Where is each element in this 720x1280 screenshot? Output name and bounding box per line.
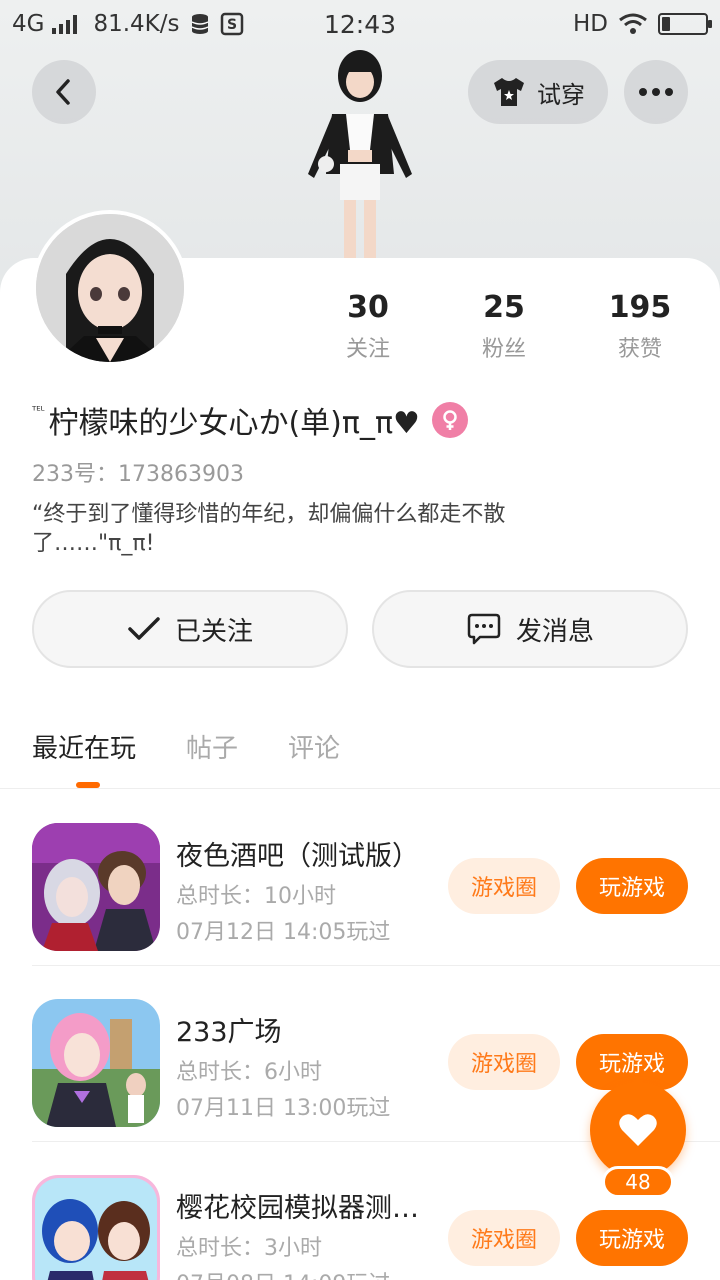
content-tabs: 最近在玩 帖子 评论	[32, 728, 340, 765]
heart-icon	[619, 1114, 657, 1146]
game-last-played: 07月08日 14:09玩过	[176, 1266, 390, 1280]
game-icon	[32, 999, 160, 1127]
play-game-button[interactable]: 玩游戏	[576, 858, 688, 914]
stat-label: 粉丝	[481, 337, 526, 362]
game-title: 樱花校园模拟器测…	[176, 1193, 419, 1224]
tab-comments[interactable]: 评论	[288, 728, 340, 765]
game-duration: 总时长：10小时	[176, 884, 336, 909]
game-row[interactable]: 夜色酒吧（测试版） 总时长：10小时 07月12日 14:05玩过 游戏圈 玩游…	[0, 790, 720, 966]
message-label: 发消息	[515, 616, 594, 647]
hd-indicator: HD	[572, 11, 608, 37]
tshirt-icon	[494, 78, 524, 106]
game-last-played: 07月12日 14:05玩过	[176, 920, 391, 945]
name-text: 柠檬味的少女心か(单)π_π♥	[48, 406, 420, 441]
stat-label: 获赞	[617, 337, 662, 362]
female-icon	[431, 402, 468, 438]
follow-label: 已关注	[174, 616, 253, 647]
wifi-icon	[619, 13, 647, 34]
tabs-divider	[0, 788, 720, 789]
game-last-played: 07月11日 13:00玩过	[176, 1096, 391, 1121]
chevron-left-icon	[56, 79, 70, 105]
try-on-button[interactable]: 试穿	[468, 60, 608, 124]
more-button[interactable]	[624, 60, 688, 124]
game-circle-button[interactable]: 游戏圈	[448, 1034, 560, 1090]
game-icon	[32, 823, 160, 951]
profile-stats: 30 关注 25 粉丝 195 获赞	[300, 290, 720, 363]
play-game-button[interactable]: 玩游戏	[576, 1210, 688, 1266]
stat-value: 30	[347, 290, 389, 325]
stat-following[interactable]: 30 关注	[300, 290, 436, 363]
stat-value: 195	[608, 290, 672, 325]
avatar[interactable]	[32, 210, 188, 366]
profile-name: ᵀᴱᴸ 柠檬味的少女心か(单)π_π♥	[32, 398, 468, 442]
stat-value: 25	[483, 290, 525, 325]
avatar-image	[36, 214, 184, 362]
avatar-3d-figure	[308, 50, 412, 258]
game-title: 夜色酒吧（测试版）	[176, 841, 419, 872]
game-icon	[32, 1175, 160, 1280]
like-button[interactable]	[590, 1082, 686, 1178]
user-bio: “终于到了懂得珍惜的年纪，却偏偏什么都走不散了……"π_π!	[32, 502, 506, 556]
like-count: 48	[602, 1166, 674, 1198]
stat-likes[interactable]: 195 获赞	[572, 290, 708, 363]
avatar-portrait	[36, 214, 184, 362]
chat-bubble-icon	[467, 613, 501, 645]
more-icon	[639, 88, 673, 96]
user-id: 233号：173863903	[32, 462, 244, 487]
stat-label: 关注	[345, 337, 390, 362]
check-icon	[128, 617, 160, 640]
try-on-label: 试穿	[537, 80, 585, 109]
name-prefix: ᵀᴱᴸ	[32, 403, 45, 417]
back-button[interactable]	[32, 60, 96, 124]
game-duration: 总时长：6小时	[176, 1060, 322, 1085]
message-button[interactable]: 发消息	[372, 590, 688, 668]
tab-recently-played[interactable]: 最近在玩	[32, 728, 136, 765]
status-bar: 4G 81.4K/s S 12:43 HD	[0, 0, 720, 50]
status-right: HD	[572, 11, 712, 37]
game-circle-button[interactable]: 游戏圈	[448, 858, 560, 914]
battery-icon	[658, 13, 712, 35]
follow-button[interactable]: 已关注	[32, 590, 348, 668]
game-duration: 总时长：3小时	[176, 1236, 322, 1261]
game-title: 233广场	[176, 1017, 282, 1048]
stat-followers[interactable]: 25 粉丝	[436, 290, 572, 363]
tab-posts[interactable]: 帖子	[186, 728, 238, 765]
game-circle-button[interactable]: 游戏圈	[448, 1210, 560, 1266]
